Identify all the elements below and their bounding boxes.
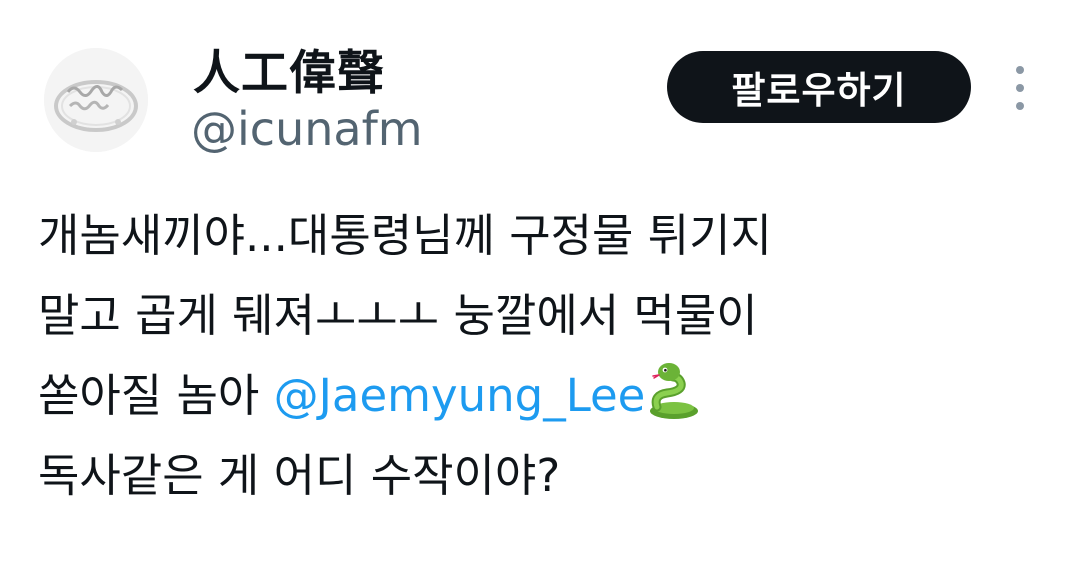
tweet-line: 말고 곱게 뒈져ㅗㅗㅗ 눙깔에서 먹물이: [38, 289, 758, 342]
more-vertical-icon[interactable]: [1008, 66, 1032, 110]
tweet-line: 쏟아질 놈아 @Jaemyung_Lee: [38, 356, 1058, 436]
tweet: 人工偉聲 @icunafm 팔로우하기 개놈새끼야...대통령님께 구정물 튀기…: [0, 0, 1080, 565]
ring-photo-avatar-icon: [44, 48, 148, 152]
more-dot: [1016, 84, 1024, 92]
more-dot: [1016, 66, 1024, 74]
more-dot: [1016, 102, 1024, 110]
tweet-text: 개놈새끼야...대통령님께 구정물 튀기지 말고 곱게 뒈져ㅗㅗㅗ 눙깔에서 먹…: [38, 196, 1058, 516]
display-name[interactable]: 人工偉聲: [193, 34, 385, 103]
avatar[interactable]: [44, 48, 148, 152]
snake-emoji-icon: [650, 363, 699, 419]
follow-button[interactable]: 팔로우하기: [667, 51, 971, 123]
mention-link[interactable]: @Jaemyung_Lee: [274, 369, 646, 422]
user-handle[interactable]: @icunafm: [191, 102, 423, 156]
tweet-line-text: 쏟아질 놈아: [38, 369, 274, 422]
tweet-line: 독사같은 게 어디 수작이야?: [38, 449, 561, 502]
tweet-line: 개놈새끼야...대통령님께 구정물 튀기지: [38, 209, 772, 262]
